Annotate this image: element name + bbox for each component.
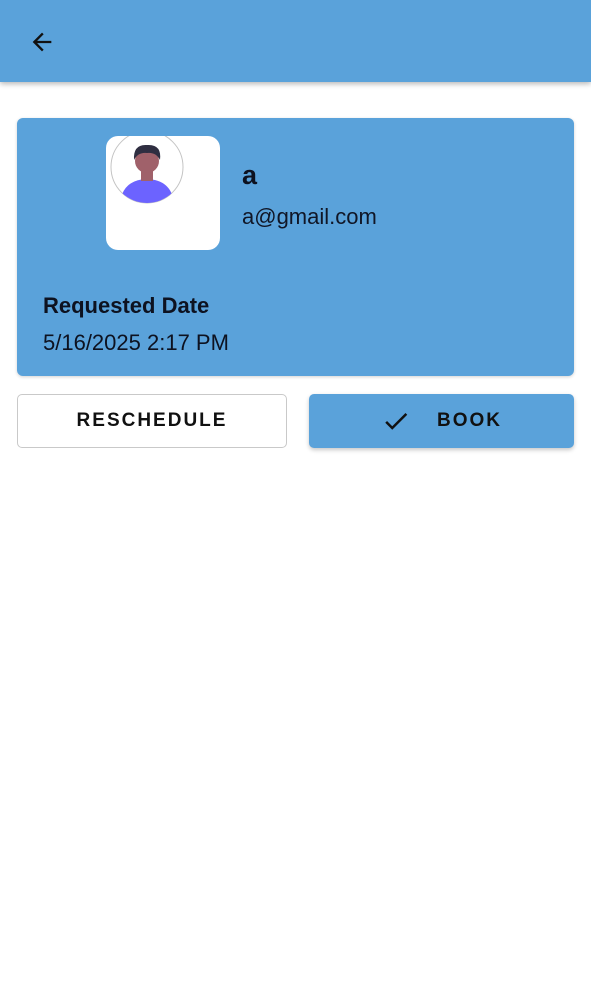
check-icon: [381, 406, 411, 436]
user-avatar-icon: [110, 136, 184, 204]
client-name: a: [242, 160, 258, 190]
requested-date-label: Requested Date: [43, 293, 210, 318]
client-card: a a@gmail.com Requested Date 5/16/2025 2…: [17, 118, 574, 376]
reschedule-button-label: RESCHEDULE: [76, 410, 228, 431]
app-bar: [0, 0, 591, 82]
avatar: [106, 136, 220, 250]
back-button[interactable]: [22, 22, 62, 62]
book-button-label: BOOK: [437, 410, 502, 431]
reschedule-button[interactable]: RESCHEDULE: [17, 394, 287, 448]
requested-date-value: 5/16/2025 2:17 PM: [43, 330, 229, 355]
arrow-left-icon: [32, 32, 52, 52]
client-email: a@gmail.com: [242, 204, 377, 229]
book-button[interactable]: BOOK: [309, 394, 574, 448]
